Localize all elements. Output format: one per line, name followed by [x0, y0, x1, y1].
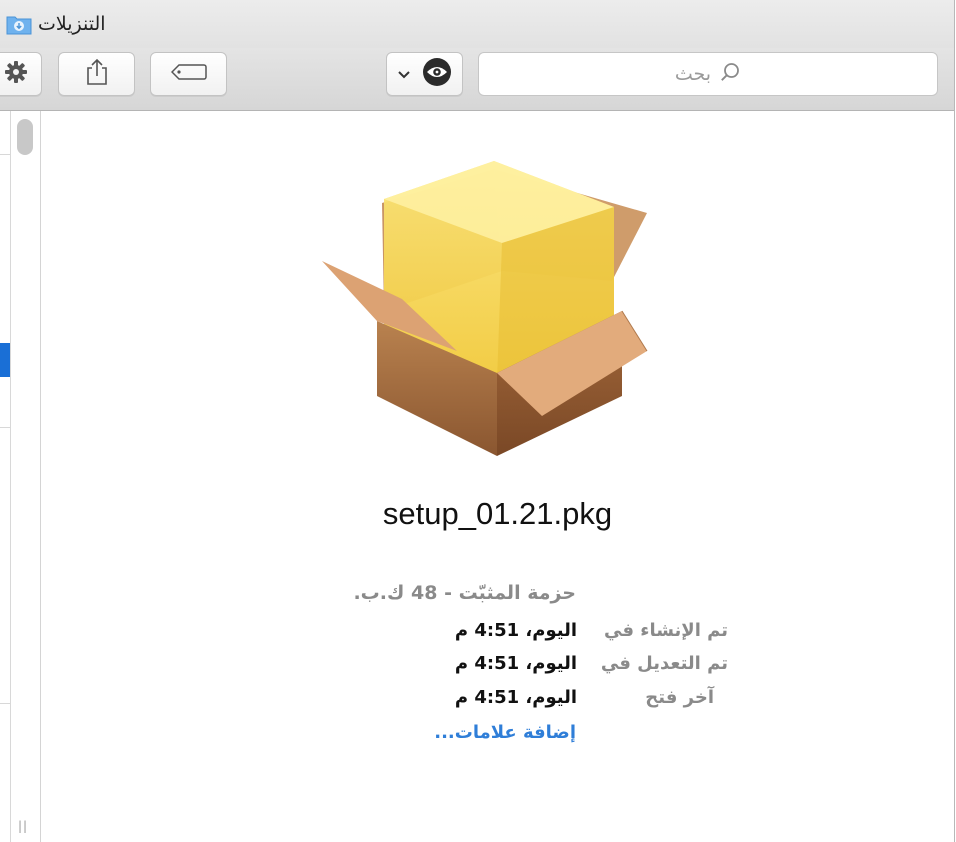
sidebar-selected-item[interactable]	[0, 343, 10, 377]
gear-icon	[3, 59, 29, 89]
sidebar-separator	[0, 703, 10, 704]
view-options-button[interactable]	[386, 52, 463, 96]
downloads-folder-icon	[6, 13, 32, 35]
window-title-group: التنزيلات	[6, 10, 106, 38]
add-tags-link[interactable]: إضافة علامات...	[434, 722, 576, 743]
column-resize-grip[interactable]: ||	[18, 819, 28, 833]
share-button[interactable]	[58, 52, 135, 96]
search-field[interactable]: بحث	[478, 52, 938, 96]
share-icon	[85, 58, 109, 90]
scrollbar-thumb[interactable]	[17, 119, 33, 155]
last-opened-label: آخر فتح	[645, 687, 714, 708]
chevron-down-icon	[397, 65, 411, 84]
modified-label: تم التعديل في	[600, 653, 728, 674]
sidebar-separator	[0, 154, 10, 155]
tag-icon	[170, 63, 207, 85]
finder-window: التنزيلات بحث || setup_01.21.pkg حزمة ال…	[0, 0, 955, 842]
toolbar: بحث	[0, 48, 954, 111]
sidebar-divider	[10, 111, 11, 842]
eye-icon	[422, 57, 452, 91]
sidebar-separator	[0, 427, 10, 428]
last-opened-value: اليوم، 4:51 م	[454, 687, 577, 708]
created-label: تم الإنشاء في	[603, 620, 728, 641]
search-icon	[719, 61, 741, 88]
file-kind-size: حزمة المثبّت - 48 ك.ب.	[353, 582, 576, 604]
preview-pane: setup_01.21.pkg حزمة المثبّت - 48 ك.ب. ت…	[41, 111, 954, 842]
search-placeholder: بحث	[674, 63, 712, 85]
created-value: اليوم، 4:51 م	[454, 620, 577, 641]
sidebar-strip: ||	[0, 111, 41, 842]
title-bar: التنزيلات	[0, 0, 954, 48]
modified-value: اليوم، 4:51 م	[454, 653, 577, 674]
window-title: التنزيلات	[38, 13, 106, 35]
file-info: حزمة المثبّت - 48 ك.ب. تم الإنشاء في الي…	[41, 111, 954, 842]
tags-button[interactable]	[150, 52, 227, 96]
action-menu-button[interactable]	[0, 52, 42, 96]
